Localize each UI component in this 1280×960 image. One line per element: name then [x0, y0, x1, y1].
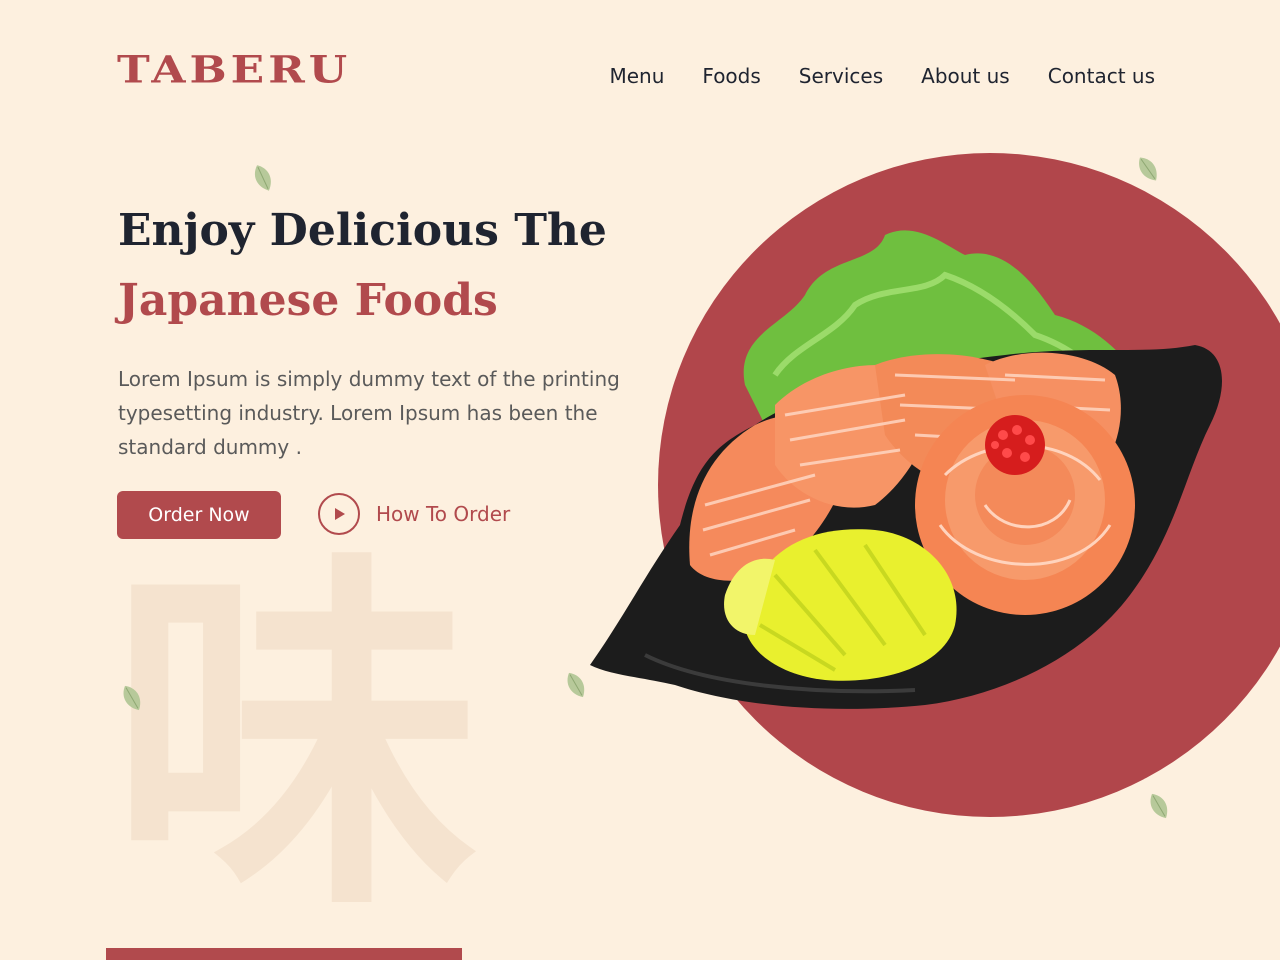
play-icon[interactable] [318, 493, 360, 535]
hero-headline: Enjoy Delicious The [118, 205, 607, 256]
nav-item-services[interactable]: Services [799, 62, 883, 90]
main-nav: Menu Foods Services About us Contact us [609, 62, 1155, 90]
leaf-icon [254, 165, 271, 191]
leaf-icon [1139, 157, 1157, 181]
order-now-button[interactable]: Order Now [117, 491, 281, 539]
brand-logo[interactable]: TABERU [117, 52, 351, 89]
hero-description: Lorem Ipsum is simply dummy text of the … [118, 367, 620, 459]
nav-item-about-us[interactable]: About us [921, 62, 1010, 90]
nav-item-foods[interactable]: Foods [702, 62, 760, 90]
nav-item-contact-us[interactable]: Contact us [1048, 62, 1155, 90]
nav-item-menu[interactable]: Menu [609, 62, 664, 90]
sashimi-dish-image [590, 230, 1222, 709]
background-kanji: 味 [110, 525, 480, 955]
leaf-icon [123, 685, 141, 711]
hero-headline-accent: Japanese Foods [118, 275, 498, 326]
how-to-order-link[interactable]: How To Order [318, 493, 510, 535]
bottom-accent-bar [106, 948, 462, 960]
how-to-order-label: How To Order [376, 502, 511, 526]
leaf-icon [1150, 793, 1168, 819]
